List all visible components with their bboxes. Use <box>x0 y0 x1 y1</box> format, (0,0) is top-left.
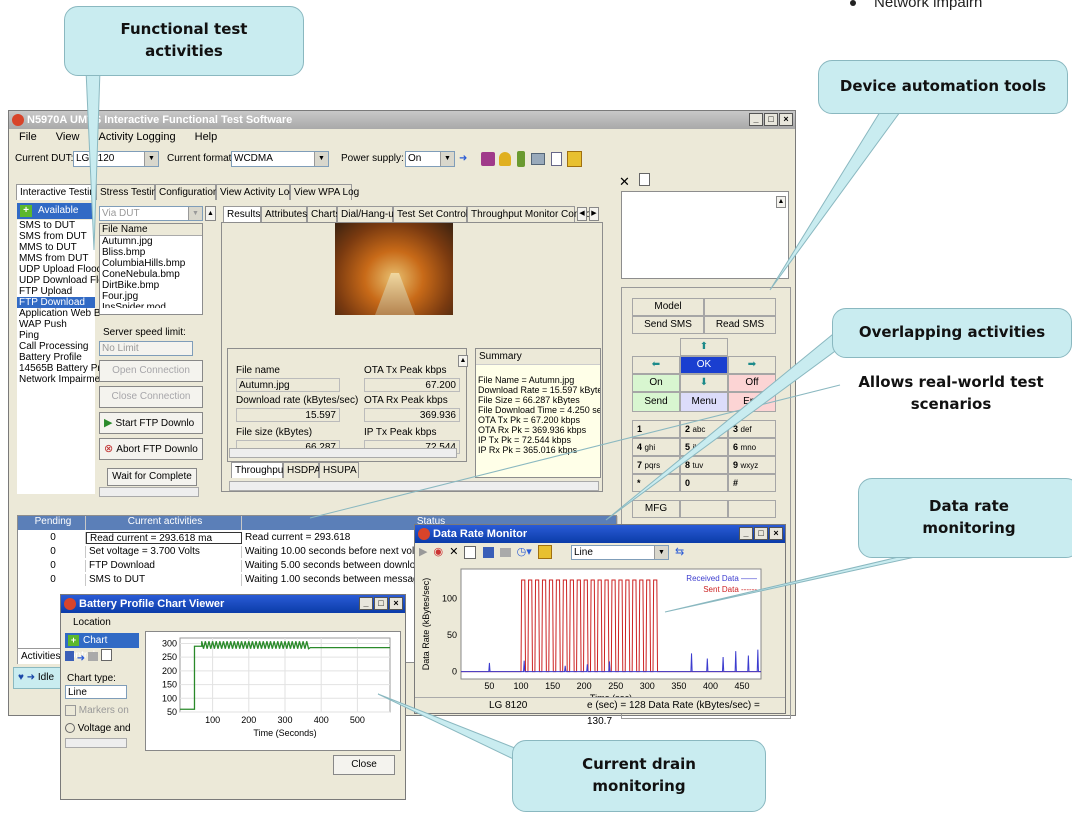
callout-functional-test: Functional test activities <box>64 6 304 76</box>
callout-data-rate: Data rate monitoring <box>858 478 1072 558</box>
callout-device-automation: Device automation tools <box>818 60 1068 114</box>
pointer-datarate <box>664 551 939 613</box>
callout-overlapping: Overlapping activities <box>832 308 1072 358</box>
pointer-current <box>377 693 533 770</box>
pointer-device <box>769 111 901 291</box>
pointer-functional <box>85 69 101 251</box>
callout-realworld: Allows real-world test scenarios <box>858 373 1044 413</box>
pointer-overlapping <box>605 329 843 521</box>
callout-current-drain: Current drain monitoring <box>512 740 766 812</box>
